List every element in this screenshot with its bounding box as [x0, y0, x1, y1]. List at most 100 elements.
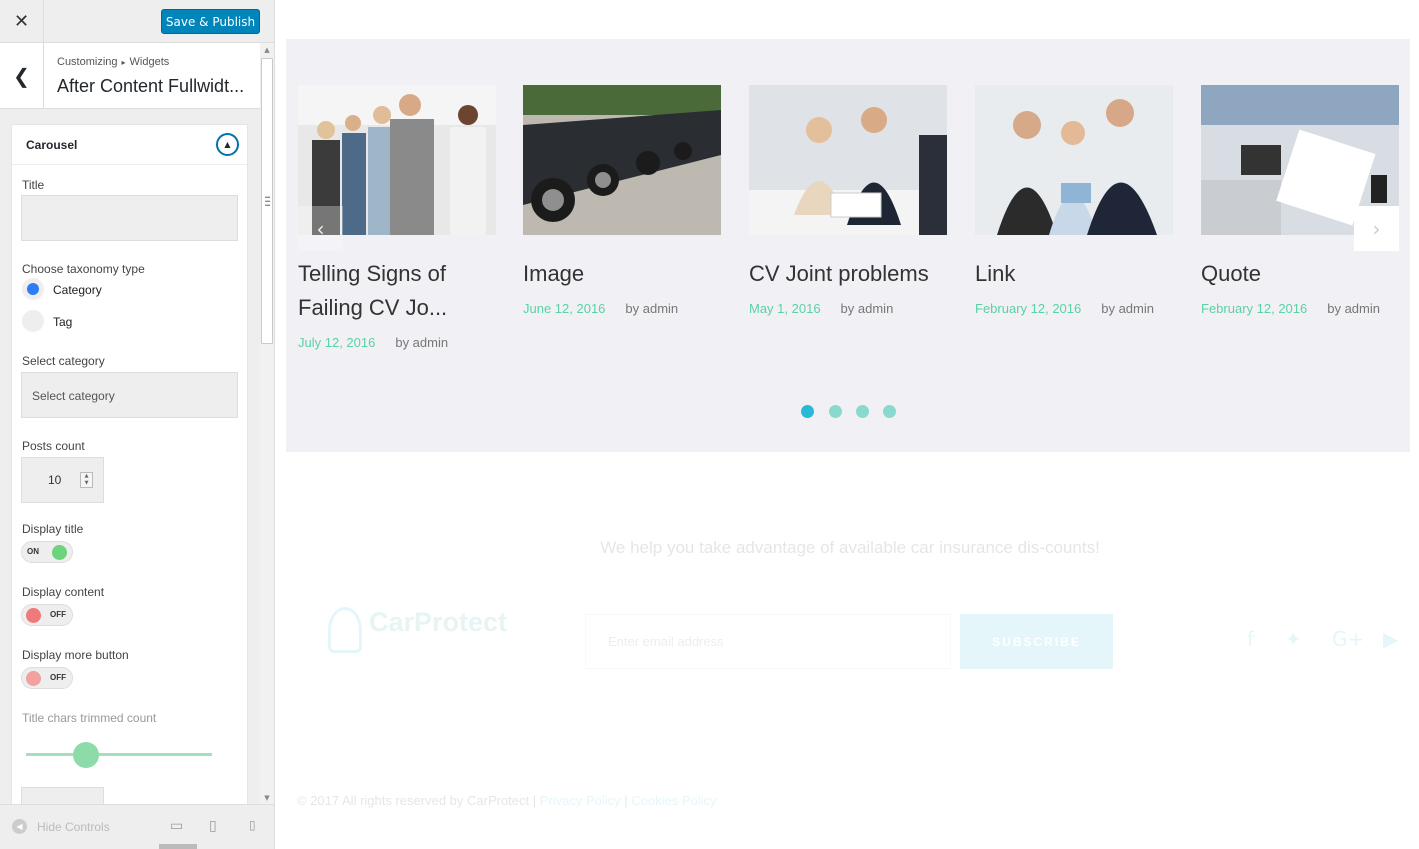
- taxonomy-radio-tag[interactable]: [22, 310, 44, 332]
- youtube-icon[interactable]: ▶: [1383, 627, 1398, 651]
- breadcrumb-widgets: Widgets: [129, 56, 170, 68]
- carousel-dot[interactable]: [883, 405, 896, 418]
- active-device-indicator: [159, 844, 197, 849]
- toggle-state: OFF: [50, 673, 66, 682]
- taxonomy-label: Choose taxonomy type: [22, 262, 145, 276]
- post-thumbnail[interactable]: [975, 85, 1173, 235]
- back-icon[interactable]: ❮: [0, 43, 44, 109]
- post-thumbnail[interactable]: [749, 85, 947, 235]
- umbrella-car-icon: [328, 607, 362, 653]
- post-meta: May 1, 2016 by admin: [749, 298, 969, 317]
- post-title[interactable]: Image: [523, 257, 733, 291]
- carousel-widget-panel: Carousel ▲ Title Choose taxonomy type Ca…: [11, 124, 248, 817]
- site-preview: Telling Signs of Failing CV Jo... July 1…: [275, 0, 1419, 849]
- trim-label: Title chars trimmed count: [22, 711, 157, 725]
- post-date[interactable]: May 1, 2016: [749, 301, 821, 316]
- post-author[interactable]: by admin: [625, 301, 678, 316]
- google-plus-icon[interactable]: G+: [1332, 627, 1364, 651]
- carousel-dot[interactable]: [829, 405, 842, 418]
- category-select[interactable]: Select category: [21, 372, 238, 418]
- copyright-line: © 2017 All rights reserved by CarProtect…: [297, 793, 717, 808]
- taxonomy-option-tag[interactable]: Tag: [53, 315, 72, 329]
- category-label: Select category: [22, 354, 105, 368]
- post-author[interactable]: by admin: [1327, 301, 1380, 316]
- post-thumbnail[interactable]: [523, 85, 721, 235]
- post-meta: February 12, 2016 by admin: [975, 298, 1195, 317]
- hide-controls-button[interactable]: Hide Controls: [37, 820, 110, 834]
- desktop-icon[interactable]: ▭: [170, 818, 183, 834]
- chevron-left-icon[interactable]: ‹: [298, 206, 343, 251]
- email-input[interactable]: [585, 614, 951, 669]
- chevron-right-icon[interactable]: ›: [1354, 206, 1399, 251]
- save-publish-button[interactable]: Save & Publish: [161, 9, 260, 34]
- taxonomy-option-category[interactable]: Category: [53, 283, 102, 297]
- collapse-icon[interactable]: ▲: [216, 133, 239, 156]
- copyright-text: © 2017 All rights reserved by CarProtect: [297, 793, 530, 808]
- widget-title: Carousel: [26, 138, 78, 152]
- cookies-link[interactable]: Cookies Policy: [631, 793, 716, 808]
- post-date[interactable]: June 12, 2016: [523, 301, 605, 316]
- customizer-footer: ◀ Hide Controls ▭ ▯ ▯: [0, 804, 274, 849]
- post-author[interactable]: by admin: [1101, 301, 1154, 316]
- toggle-knob: [52, 545, 67, 560]
- post-author[interactable]: by admin: [841, 301, 894, 316]
- display-content-toggle[interactable]: OFF: [21, 604, 73, 626]
- breadcrumb-customizing: Customizing: [57, 56, 118, 68]
- scroll-down-icon[interactable]: ▼: [260, 791, 274, 805]
- post-meta: July 12, 2016 by admin: [298, 332, 518, 351]
- title-label: Title: [22, 178, 45, 192]
- trim-slider-track[interactable]: [26, 753, 212, 756]
- widget-header[interactable]: Carousel ▲: [12, 125, 247, 165]
- post-meta: June 12, 2016 by admin: [523, 298, 743, 317]
- carousel-dot[interactable]: [801, 405, 814, 418]
- display-title-toggle[interactable]: ON: [21, 541, 73, 563]
- twitter-icon[interactable]: ✦: [1285, 627, 1302, 651]
- toggle-state: ON: [27, 547, 39, 556]
- carousel-dot[interactable]: [856, 405, 869, 418]
- posts-carousel: Telling Signs of Failing CV Jo... July 1…: [286, 39, 1410, 452]
- posts-count-stepper[interactable]: 10 ▲ ▼: [21, 457, 104, 503]
- trim-slider-handle[interactable]: [73, 742, 99, 768]
- scroll-up-icon[interactable]: ▲: [260, 43, 274, 57]
- footer-tagline: We help you take advantage of available …: [600, 538, 1100, 557]
- privacy-link[interactable]: Privacy Policy: [540, 793, 621, 808]
- category-select-value: Select category: [32, 389, 115, 403]
- section-header: ❮ Customizing ▸ Widgets After Content Full…: [0, 43, 260, 109]
- post-title[interactable]: CV Joint problems: [749, 257, 959, 291]
- post-title[interactable]: Link: [975, 257, 1185, 291]
- post-date[interactable]: July 12, 2016: [298, 335, 375, 350]
- site-footer: We help you take advantage of available …: [275, 452, 1419, 849]
- posts-count-value: 10: [48, 473, 62, 487]
- breadcrumb-separator-icon: ▸: [121, 57, 126, 67]
- display-content-label: Display content: [22, 585, 105, 599]
- customizer-topbar: ✕ Save & Publish: [0, 0, 274, 43]
- spinner-icon[interactable]: ▲ ▼: [80, 472, 93, 488]
- post-author[interactable]: by admin: [395, 335, 448, 350]
- title-input[interactable]: [21, 195, 238, 241]
- post-date[interactable]: February 12, 2016: [1201, 301, 1307, 316]
- scroll-thumb[interactable]: ━ ━ ━: [261, 58, 273, 344]
- grip-icon: ━ ━ ━: [265, 193, 270, 210]
- display-title-label: Display title: [22, 522, 84, 536]
- taxonomy-radio-category[interactable]: [22, 278, 44, 300]
- toggle-state: OFF: [50, 610, 66, 619]
- mobile-icon[interactable]: ▯: [249, 818, 256, 832]
- facebook-icon[interactable]: f: [1247, 627, 1254, 651]
- sidebar-scrollbar[interactable]: ▲ ━ ━ ━ ▼: [260, 43, 274, 805]
- post-meta: February 12, 2016 by admin: [1201, 298, 1419, 317]
- display-more-toggle[interactable]: OFF: [21, 667, 73, 689]
- post-title[interactable]: Telling Signs of Failing CV Jo...: [298, 257, 508, 325]
- hide-controls-icon[interactable]: ◀: [12, 819, 27, 834]
- section-title: After Content Fullwidt...: [57, 76, 245, 96]
- posts-count-label: Posts count: [22, 439, 85, 453]
- subscribe-button[interactable]: SUBSCRIBE: [960, 614, 1113, 669]
- toggle-knob: [26, 608, 41, 623]
- post-title[interactable]: Quote: [1201, 257, 1411, 291]
- brand-logo[interactable]: CarProtect: [369, 607, 507, 638]
- toggle-knob: [26, 671, 41, 686]
- breadcrumb: Customizing ▸ Widgets: [57, 56, 169, 68]
- post-date[interactable]: February 12, 2016: [975, 301, 1081, 316]
- customizer-sidebar: ✕ Save & Publish ❮ Customizing ▸ Widgets A…: [0, 0, 275, 849]
- tablet-icon[interactable]: ▯: [209, 818, 217, 834]
- close-icon[interactable]: ✕: [0, 0, 44, 43]
